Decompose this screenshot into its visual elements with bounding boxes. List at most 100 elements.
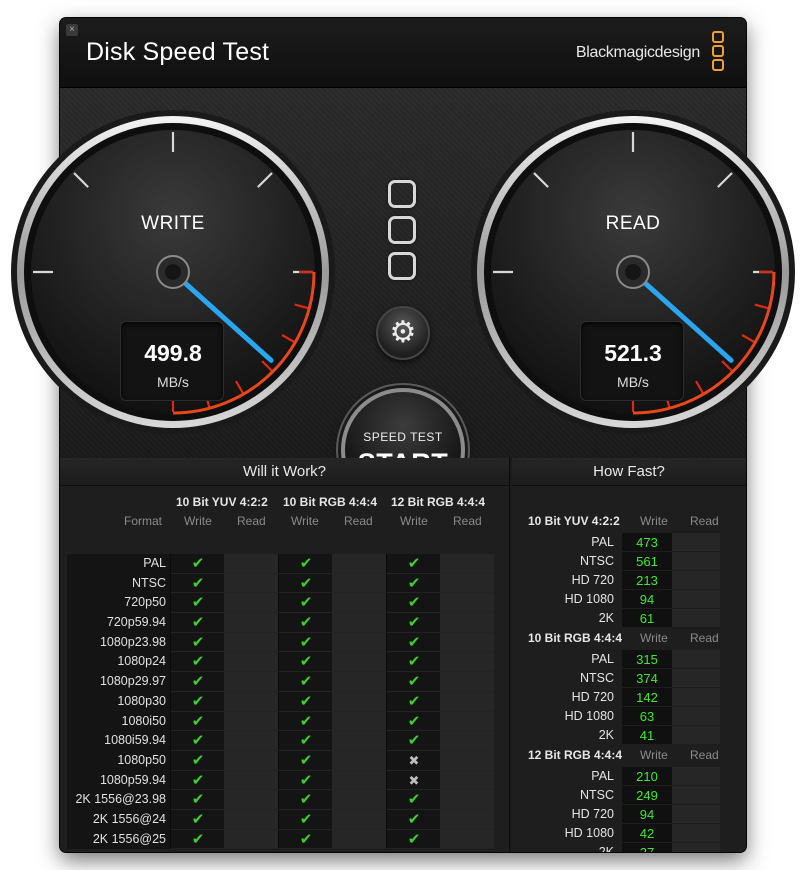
read-cell	[224, 672, 278, 692]
write-cell: ✔	[386, 573, 440, 594]
speed-row: HD 1080 63	[512, 707, 746, 726]
write-cell: ✔	[386, 554, 440, 574]
write-cell: ✔	[278, 613, 332, 633]
write-cell: ✔	[386, 672, 440, 692]
write-fps-value: 41	[622, 726, 672, 745]
read-fps-cell	[672, 533, 720, 552]
checkmark-icon: ✔	[407, 555, 421, 572]
checkmark-icon: ✔	[299, 712, 313, 730]
write-cell: ✖	[386, 750, 440, 771]
checkmark-icon: ✔	[407, 633, 421, 651]
resolution-name: HD 720	[571, 807, 614, 821]
format-name: 1080i50	[67, 711, 170, 732]
speed-row: NTSC 374	[512, 669, 746, 688]
read-fps-cell	[672, 669, 720, 688]
write-column-label: Write	[640, 514, 668, 528]
table-row: 1080i59.94 ✔ ✔ ✔	[67, 731, 496, 751]
will-it-work-title: Will it Work?	[60, 458, 509, 486]
checkmark-icon: ✔	[407, 614, 421, 632]
checkmark-icon: ✔	[299, 791, 313, 809]
speed-row: 2K 27	[512, 843, 746, 852]
checkmark-icon: ✔	[407, 673, 421, 691]
read-speed-value: 521.3	[604, 340, 662, 366]
read-cell	[440, 691, 494, 712]
read-cell	[440, 652, 494, 673]
checkmark-icon: ✔	[191, 653, 205, 671]
group-header: 12 Bit RGB 4:4:4	[391, 495, 486, 509]
write-cell: ✔	[278, 554, 332, 574]
close-icon[interactable]: ×	[66, 24, 78, 36]
cross-icon: ✖	[408, 772, 420, 788]
write-cell: ✔	[170, 691, 224, 712]
write-cell: ✔	[170, 573, 224, 594]
speed-group-title: 10 Bit YUV 4:2:2	[528, 514, 620, 528]
write-cell: ✔	[386, 809, 440, 830]
checkmark-icon: ✔	[191, 673, 205, 691]
resolution-name: 2K	[598, 611, 614, 625]
checkmark-icon: ✔	[299, 555, 313, 572]
checkmark-icon: ✔	[191, 633, 205, 651]
read-fps-cell	[672, 786, 720, 805]
read-column-label: Read	[237, 514, 266, 528]
speed-row: HD 1080 94	[512, 590, 746, 609]
write-cell: ✔	[386, 711, 440, 732]
write-fps-value: 94	[622, 590, 672, 609]
write-fps-value: 249	[622, 786, 672, 805]
write-column-label: Write	[640, 748, 668, 762]
read-cell	[224, 554, 278, 574]
write-cell: ✔	[386, 652, 440, 673]
checkmark-icon: ✔	[299, 633, 313, 651]
speed-row: HD 720 94	[512, 805, 746, 824]
table-row: 1080p24 ✔ ✔ ✔	[67, 652, 496, 673]
write-cell: ✔	[278, 731, 332, 751]
speed-row: 2K 41	[512, 726, 746, 745]
read-fps-cell	[672, 805, 720, 824]
write-cell: ✔	[278, 790, 332, 810]
read-fps-cell	[672, 707, 720, 726]
read-fps-cell	[672, 688, 720, 707]
write-fps-value: 315	[622, 650, 672, 669]
read-cell	[332, 613, 386, 633]
write-fps-value: 142	[622, 688, 672, 707]
write-fps-value: 63	[622, 707, 672, 726]
write-cell: ✖	[386, 770, 440, 791]
write-cell: ✔	[278, 652, 332, 673]
resolution-name: HD 1080	[564, 592, 614, 606]
read-fps-cell	[672, 571, 720, 590]
write-cell: ✔	[170, 790, 224, 810]
resolution-name: PAL	[591, 535, 614, 549]
write-fps-value: 94	[622, 805, 672, 824]
speed-row: HD 720 142	[512, 688, 746, 707]
read-cell	[332, 711, 386, 732]
format-column-label: Format	[124, 514, 163, 528]
format-name: 720p50	[67, 593, 170, 614]
read-cell	[224, 711, 278, 732]
read-cell	[440, 573, 494, 594]
write-cell: ✔	[170, 593, 224, 614]
checkmark-icon: ✔	[191, 751, 205, 769]
read-cell	[224, 829, 278, 850]
resolution-name: HD 1080	[564, 709, 614, 723]
read-cell	[440, 809, 494, 830]
read-cell	[224, 691, 278, 712]
write-column-label: Write	[184, 514, 212, 528]
read-cell	[332, 632, 386, 653]
checkmark-icon: ✔	[299, 614, 313, 632]
read-cell	[332, 672, 386, 692]
speed-row: 2K 61	[512, 609, 746, 628]
settings-gear-button[interactable]: ⚙	[376, 306, 430, 360]
write-cell: ✔	[170, 711, 224, 732]
checkmark-icon: ✔	[191, 692, 205, 710]
format-name: 2K 1556@24	[67, 809, 170, 830]
read-cell	[224, 770, 278, 791]
write-cell: ✔	[278, 573, 332, 594]
table-row: 1080p30 ✔ ✔ ✔	[67, 691, 496, 712]
write-cell: ✔	[278, 691, 332, 712]
format-name: 2K 1556@25	[67, 829, 170, 850]
read-column-label: Read	[344, 514, 373, 528]
cross-icon: ✖	[408, 752, 420, 768]
read-cell	[332, 809, 386, 830]
table-row: 2K 1556@25 ✔ ✔ ✔	[67, 829, 496, 850]
write-cell: ✔	[170, 613, 224, 633]
read-gauge: READ 521.3 MB/s	[468, 107, 798, 437]
